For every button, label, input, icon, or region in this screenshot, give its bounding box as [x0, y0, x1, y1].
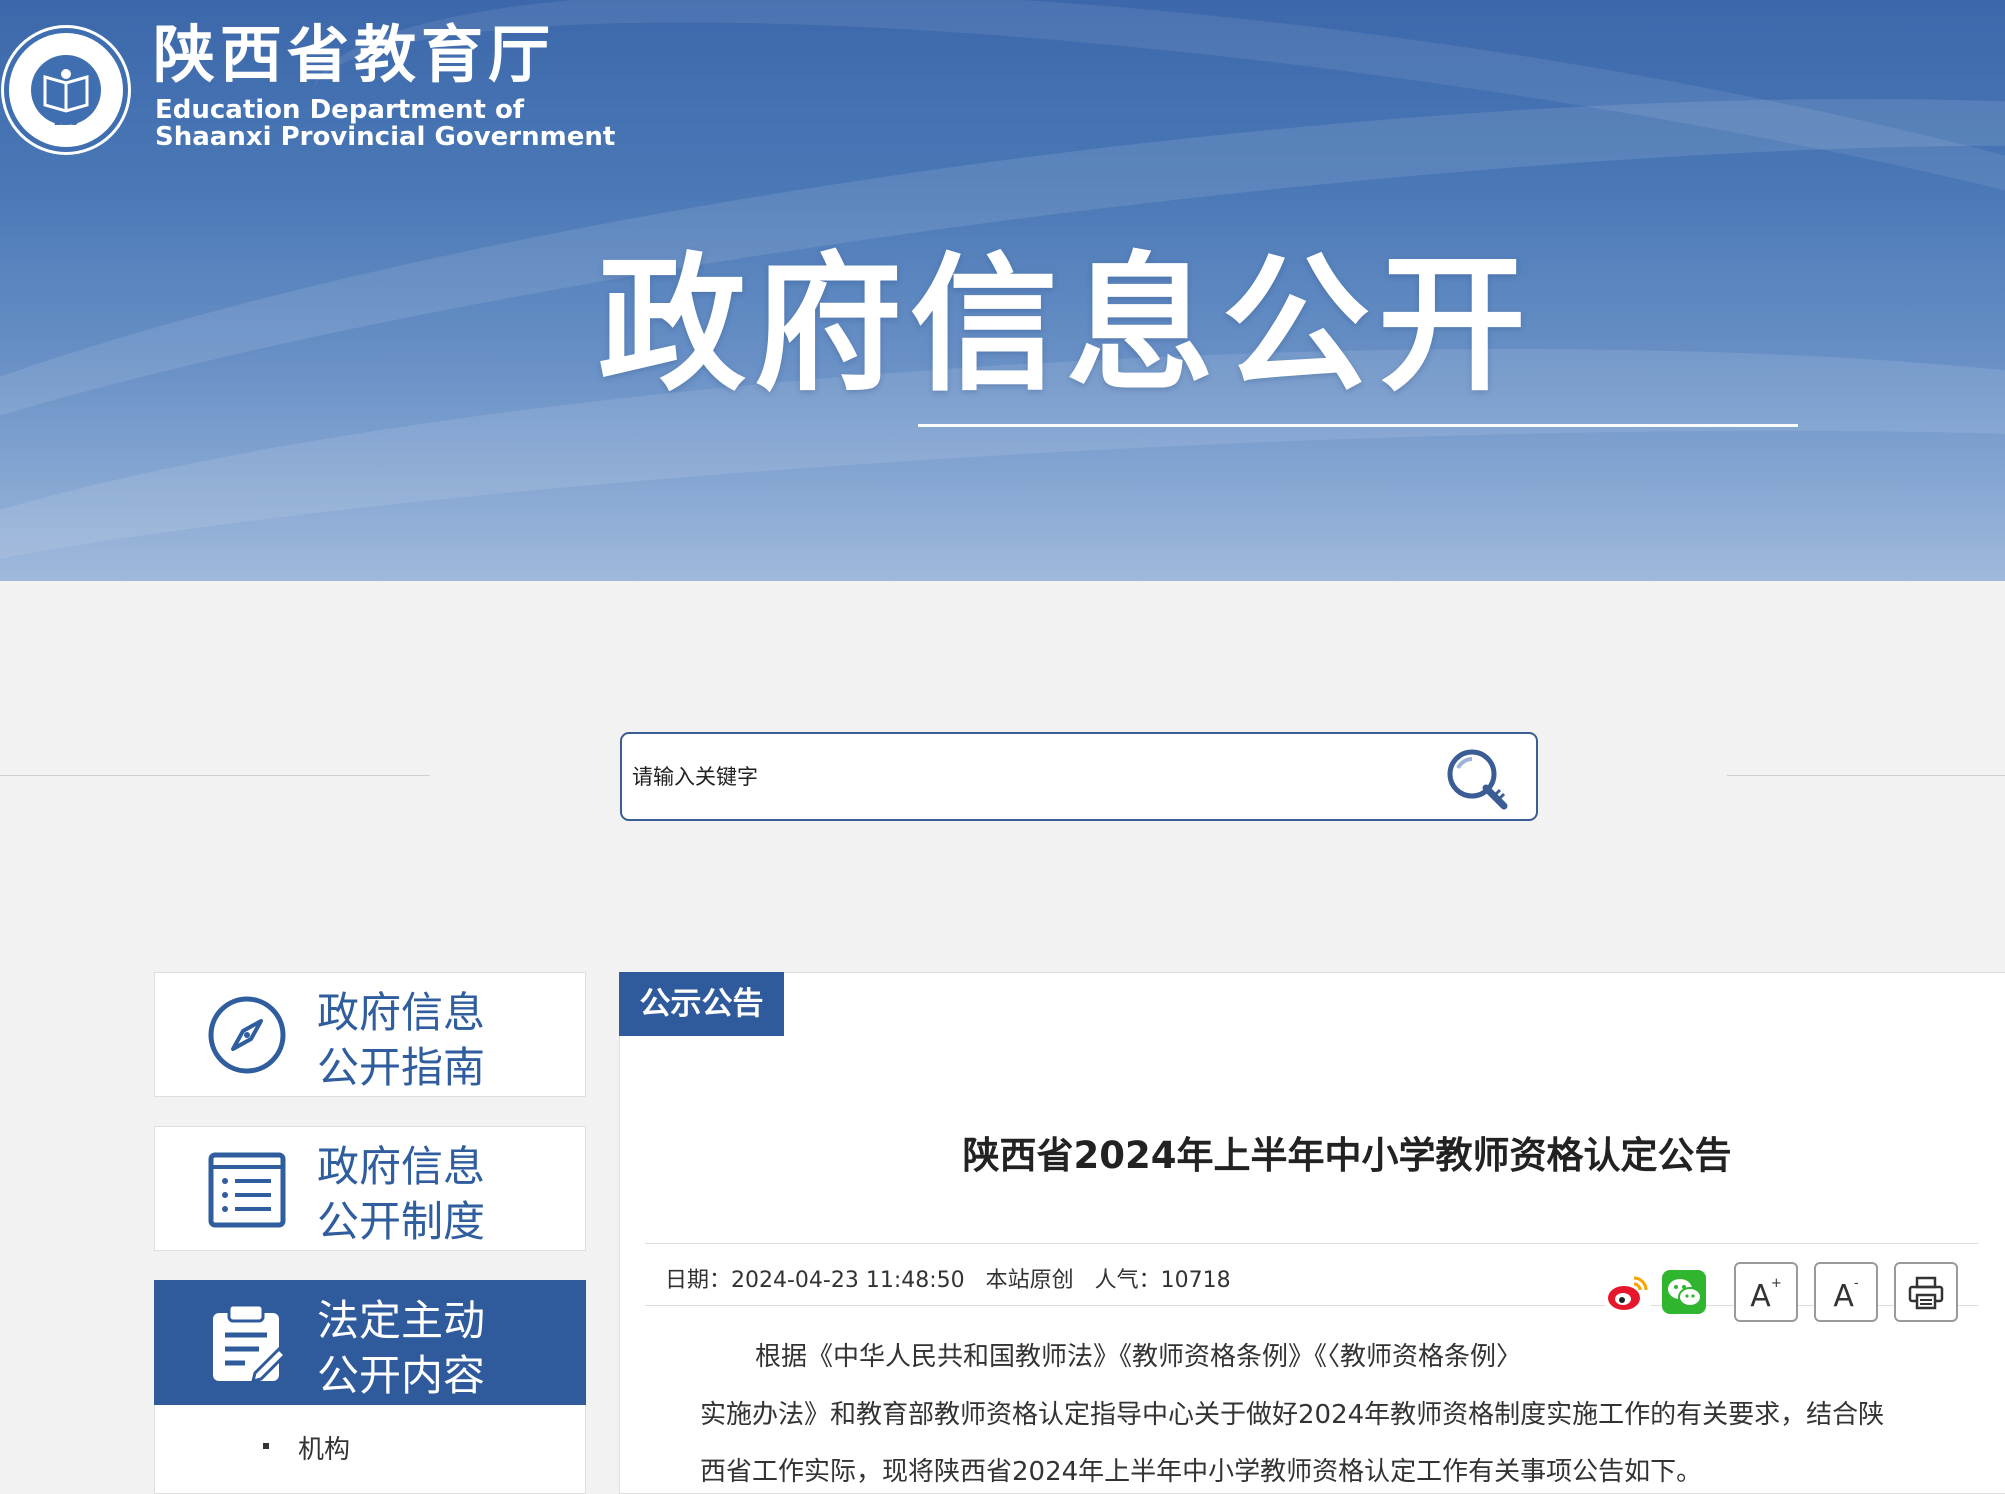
divider — [645, 1243, 1978, 1244]
site-name-en: Education Department of — [155, 95, 525, 125]
article-paragraph: 实施办法》和教育部教师资格认定指导中心关于做好2024年教师资格制度实施工作的有… — [700, 1400, 1885, 1430]
search-box — [620, 732, 1538, 821]
site-name-en: Shaanxi Provincial Government — [155, 122, 616, 152]
bullet-icon — [263, 1443, 269, 1449]
logo-text: EDS — [53, 115, 79, 128]
site-logo[interactable]: EDS — [4, 28, 128, 152]
article-source: 本站原创 — [985, 1268, 1074, 1293]
sidebar-item-statutory[interactable]: 法定主动 公开内容 — [154, 1280, 586, 1405]
sidebar-item-system[interactable]: 政府信息 公开制度 — [154, 1126, 586, 1251]
divider — [0, 775, 430, 776]
font-decrease-button[interactable]: A- — [1814, 1262, 1878, 1322]
wechat-share-icon[interactable] — [1662, 1270, 1706, 1314]
sidebar-subitem-org[interactable]: 机构 — [154, 1405, 586, 1494]
clipboard-edit-icon — [207, 1303, 288, 1384]
site-name[interactable]: 陕西省教育厅 — [153, 18, 555, 92]
sidebar-item-label: 政府信息 公开指南 — [317, 988, 486, 1092]
publish-date: 日期：2024-04-23 11:48:50 — [665, 1268, 965, 1293]
sidebar-subitem-label: 机构 — [298, 1435, 351, 1465]
banner-title: 政府信息公开 — [598, 239, 1534, 411]
banner-underline — [918, 424, 1798, 427]
divider — [1727, 775, 2005, 776]
weibo-share-icon[interactable] — [1606, 1270, 1650, 1314]
header-banner: EDS 陕西省教育厅 Education Department of Shaan… — [0, 0, 2005, 581]
sidebar-item-label: 政府信息 公开制度 — [317, 1142, 486, 1246]
font-increase-button[interactable]: A+ — [1734, 1262, 1798, 1322]
search-icon[interactable] — [1434, 740, 1524, 818]
search-input[interactable] — [632, 754, 1412, 800]
article-paragraph: 根据《中华人民共和国教师法》《教师资格条例》《〈教师资格条例〉 — [755, 1342, 1523, 1372]
section-tab[interactable]: 公示公告 — [619, 972, 784, 1036]
article-paragraph: 西省工作实际，现将陕西省2024年上半年中小学教师资格认定工作有关事项公告如下。 — [700, 1457, 1703, 1487]
sidebar-item-label: 法定主动 公开内容 — [317, 1296, 486, 1400]
article-title: 陕西省2024年上半年中小学教师资格认定公告 — [962, 1134, 1732, 1177]
document-list-icon — [207, 1149, 287, 1229]
sidebar-item-guide[interactable]: 政府信息 公开指南 — [154, 972, 586, 1097]
view-count: 人气：10718 — [1094, 1268, 1231, 1293]
article-meta: 日期：2024-04-23 11:48:50 本站原创 人气：10718 — [665, 1262, 1245, 1294]
compass-icon — [207, 995, 287, 1075]
printer-icon — [1908, 1276, 1944, 1310]
print-button[interactable] — [1894, 1262, 1958, 1322]
